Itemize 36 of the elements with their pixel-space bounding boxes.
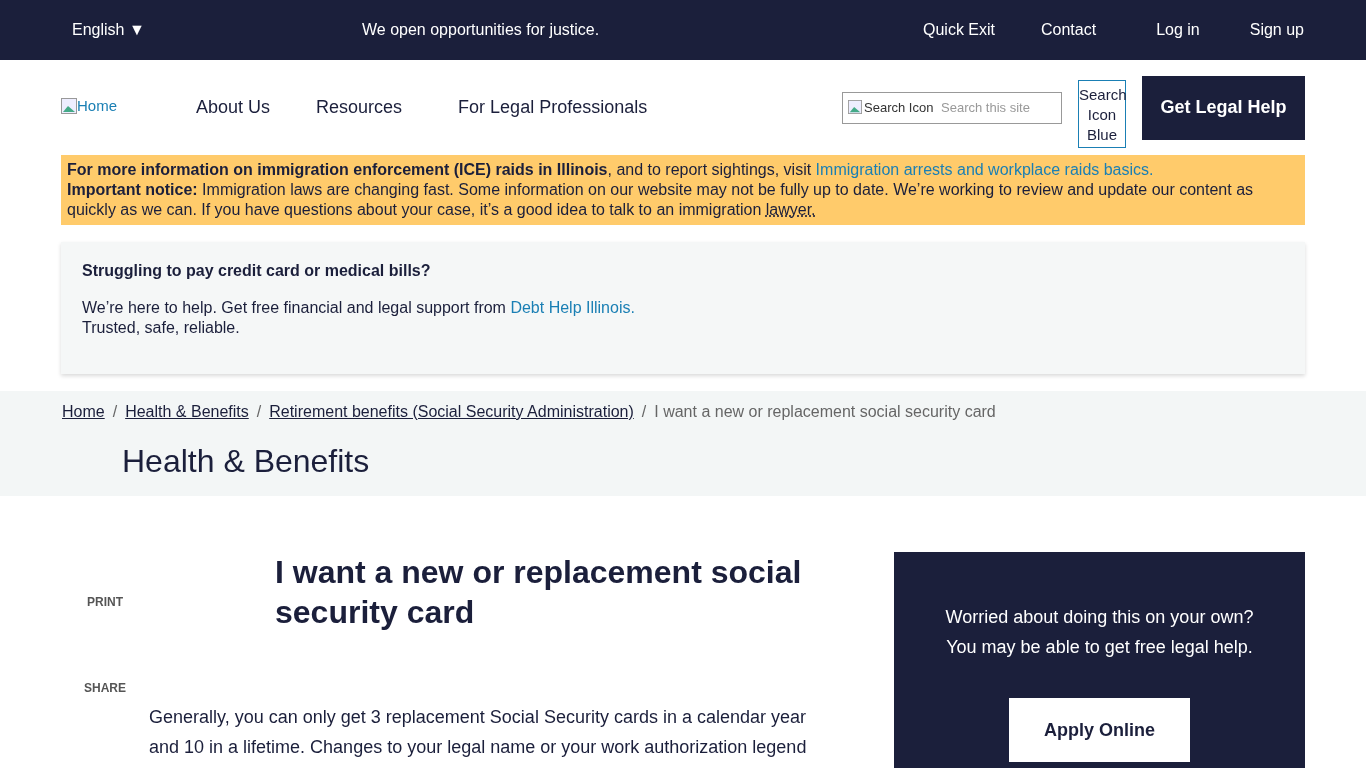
breadcrumb-link[interactable]: Home [62,403,105,421]
help-text: Worried about doing this on your own? [944,606,1255,629]
breadcrumb-link[interactable]: Health & Benefits [125,403,249,421]
alert-text: Important notice: Immigration laws are changing fast. Some information on our website may not be fully up to date. We’re working to review and update our content as quickly as we can. If you have questions about your case, it’s a good idea to talk to an immigration lawyer. [67,180,1255,220]
broken-image-icon [61,97,77,114]
breadcrumb-separator: / [256,403,262,421]
home-logo-link[interactable]: Home [61,97,196,114]
image-alt-text: Search Icon [864,99,934,115]
top-link[interactable]: Contact [1041,21,1097,39]
broken-image-icon [848,100,862,114]
promo-text: Trusted, safe, reliable. [82,318,241,338]
tool-link[interactable]: SHARE [84,681,126,695]
section-title: Health & Benefits [122,443,371,480]
promo-title: Struggling to pay credit card or medical bills? [82,262,432,280]
promo-link[interactable]: Debt Help Illinois. [510,299,635,316]
article-body: Generally, you can only get 3 replacement Social Security cards in a calendar year and 10 in a lifetime. Changes to your legal name or your work authorization legend [149,706,808,759]
nav-link[interactable]: About Us [196,97,271,118]
article-title: I want a new or replacement social security card [275,553,803,632]
glossary-term[interactable]: lawyer. [765,201,816,218]
tool-link[interactable]: PRINT [87,595,123,609]
promo-text: We’re here to help. Get free financial and legal support from [82,299,507,316]
help-text: You may be able to get free legal help. [945,636,1254,659]
breadcrumb-separator: / [641,403,647,421]
language-selector[interactable]: English ▼ [72,21,362,39]
breadcrumb-separator: / [112,403,118,421]
top-link[interactable]: Log in [1156,21,1200,39]
top-link[interactable]: Quick Exit [923,21,995,39]
tagline: We open opportunities for justice. [362,21,601,39]
breadcrumb-current: I want a new or replacement social security card [654,403,996,421]
nav-link[interactable]: For Legal Professionals [458,97,648,118]
breadcrumb-link[interactable]: Retirement benefits (Social Security Administration) [269,403,634,421]
alert-text: For more information on immigration enforcement (ICE) raids in Illinois, and to report sightings, visit Immigration arrests and workplace raids basics. [67,160,1155,180]
top-link[interactable]: Sign up [1249,21,1304,39]
get-legal-help-button[interactable]: Get Legal Help [1142,75,1305,140]
apply-online-button[interactable]: Apply Online [1009,698,1190,762]
nav-link[interactable]: Resources [316,97,403,118]
